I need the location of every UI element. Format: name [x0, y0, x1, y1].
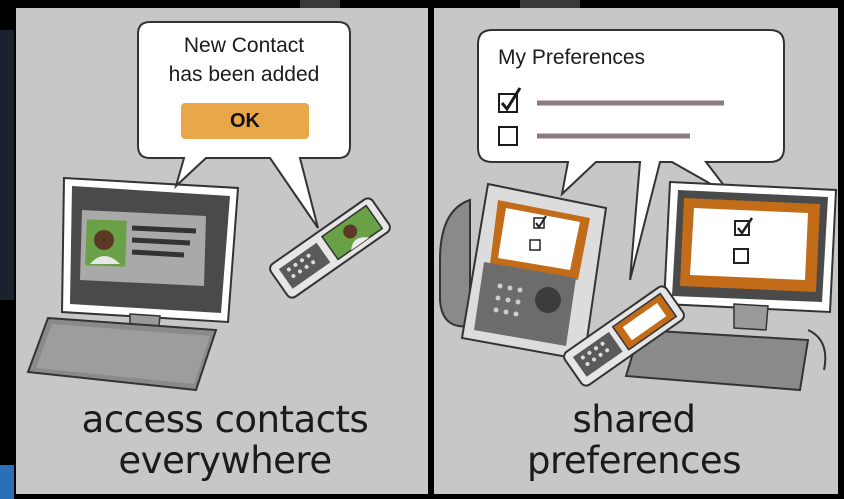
caption-right-line1: shared — [572, 398, 696, 441]
caption-right: shared preferences — [434, 399, 834, 481]
caption-left-line2: everywhere — [118, 439, 332, 482]
notification-message-line2: has been added — [168, 63, 320, 86]
illustration: New Contact has been added OK My Prefere… — [0, 0, 844, 499]
caption-left: access contacts everywhere — [20, 399, 430, 481]
ok-button[interactable]: OK — [181, 103, 309, 139]
notification-message-line1: New Contact — [183, 34, 305, 57]
preferences-title: My Preferences — [498, 46, 646, 69]
desk-phone — [439, 182, 608, 362]
caption-right-line2: preferences — [527, 439, 741, 482]
caption-left-line1: access contacts — [81, 398, 369, 441]
